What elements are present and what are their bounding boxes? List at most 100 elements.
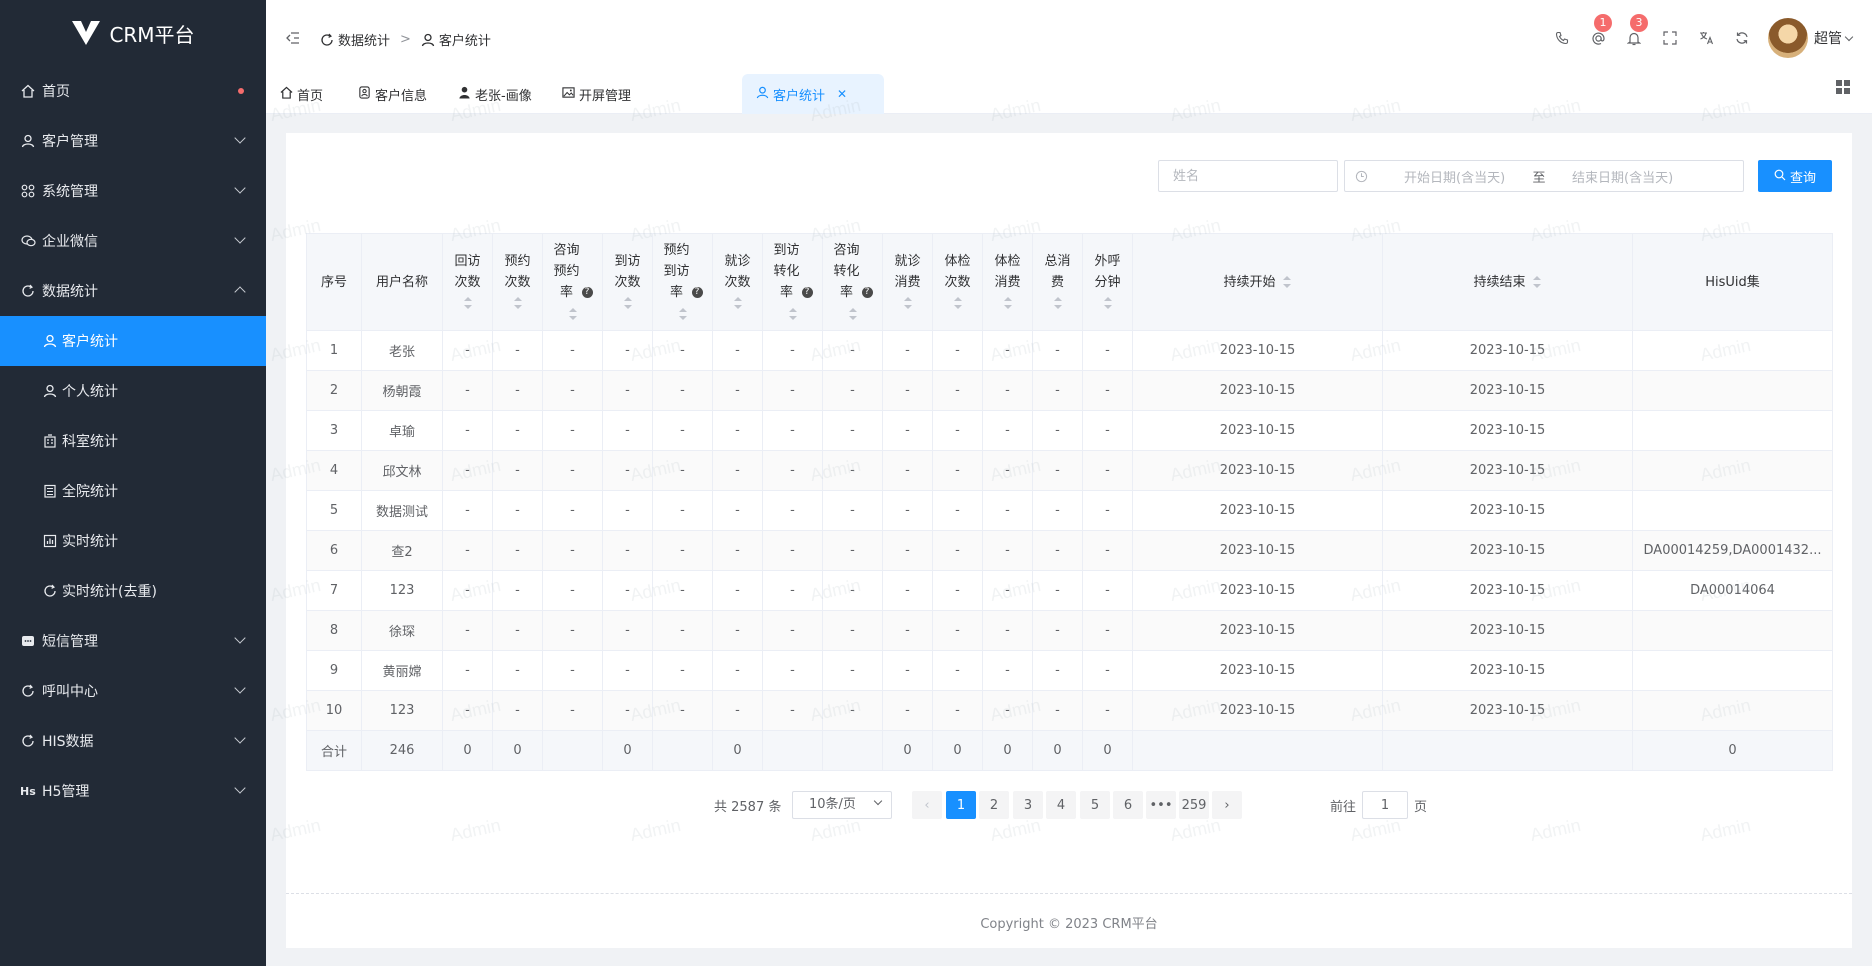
sort-icon[interactable]	[568, 307, 578, 321]
column-header[interactable]: 到访次数	[602, 233, 653, 331]
mention-icon[interactable]: 1	[1580, 14, 1616, 56]
sort-icon[interactable]	[903, 296, 913, 310]
page-button[interactable]: 1	[946, 791, 976, 819]
help-icon[interactable]: ?	[861, 287, 873, 298]
table-row[interactable]: 9 黄丽嫦 - - - - - - - - - - - - -2023-10-15 2023-10-15	[306, 650, 1833, 691]
sidebar-subitem-realtime-stats[interactable]: 实时统计	[0, 516, 266, 566]
sort-icon[interactable]	[1532, 275, 1542, 289]
help-icon[interactable]: ?	[691, 287, 703, 298]
breadcrumb-item[interactable]: 数据统计	[338, 30, 390, 49]
help-icon[interactable]: ?	[801, 287, 813, 298]
sidebar-item-wecom[interactable]: 企业微信	[0, 216, 266, 266]
column-header[interactable]: 总消费	[1032, 233, 1083, 331]
page-button[interactable]: 6	[1113, 791, 1143, 819]
end-date-input[interactable]: 结束日期(含当天)	[1554, 167, 1743, 186]
page-size-select[interactable]: 10条/页	[792, 791, 892, 819]
sort-icon[interactable]	[513, 296, 523, 310]
page-button[interactable]: 5	[1080, 791, 1110, 819]
sort-icon[interactable]	[1003, 296, 1013, 310]
sort-icon[interactable]	[678, 307, 688, 321]
column-header[interactable]: 预约到访率?	[652, 233, 713, 331]
table-row[interactable]: 5 数据测试 - - - - - - - - - - - - -2023-10-15 2023-10-15	[306, 490, 1833, 531]
column-header[interactable]: 体检消费	[982, 233, 1033, 331]
table-row[interactable]: 8 徐琛 - - - - - - - - - - - - -2023-10-15 2023-10-15	[306, 610, 1833, 651]
sidebar-item-call-center[interactable]: 呼叫中心	[0, 666, 266, 716]
column-header[interactable]: 到访转化率?	[762, 233, 823, 331]
bell-icon[interactable]: 3	[1616, 14, 1652, 56]
tab-splash-management[interactable]: 开屏管理	[548, 74, 645, 114]
sort-icon[interactable]	[623, 296, 633, 310]
translate-icon[interactable]	[1688, 20, 1724, 56]
help-icon[interactable]: ?	[581, 287, 593, 298]
page-button[interactable]: 3	[1013, 791, 1043, 819]
table-row[interactable]: 6 查2- - - - - - - - - - - - -2023-10-15 2023-10-15 DA00…	[306, 530, 1833, 571]
sidebar-subitem-personal-stats[interactable]: 个人统计	[0, 366, 266, 416]
tab-home[interactable]: 首页	[266, 74, 337, 114]
column-header[interactable]: 咨询转化率?	[822, 233, 883, 331]
goto-page-input[interactable]	[1362, 791, 1408, 819]
sidebar-subitem-realtime-dedup-stats[interactable]: 实时统计(去重)	[0, 566, 266, 616]
grid-menu-icon[interactable]	[1836, 80, 1850, 98]
sort-icon[interactable]	[1053, 296, 1063, 310]
sidebar-item-system-management[interactable]: 系统管理	[0, 166, 266, 216]
column-header[interactable]: 就诊次数	[712, 233, 763, 331]
column-header[interactable]: 持续结束	[1382, 233, 1633, 331]
table-row[interactable]: 1 老张 - - - - - - - - - - - - -2023-10-15 2023-10-15	[306, 330, 1833, 371]
sort-icon[interactable]	[848, 307, 858, 321]
sort-icon[interactable]	[733, 296, 743, 310]
sort-icon[interactable]	[1103, 296, 1113, 310]
tab-customer-portrait[interactable]: 老张-画像	[444, 74, 546, 114]
sidebar-subitem-hospital-stats[interactable]: 全院统计	[0, 466, 266, 516]
table-row[interactable]: 3 卓瑜 - - - - - - - - - - - - -2023-10-15 2023-10-15	[306, 410, 1833, 451]
close-icon[interactable]: ✕	[837, 87, 847, 101]
sort-icon[interactable]	[788, 307, 798, 321]
column-header[interactable]: 咨询预约率?	[542, 233, 603, 331]
next-page-button[interactable]: ›	[1212, 791, 1242, 819]
user-menu[interactable]: 超管	[1814, 28, 1854, 48]
table-cell: -	[542, 450, 603, 491]
fullscreen-icon[interactable]	[1652, 20, 1688, 56]
column-header[interactable]: 持续开始	[1132, 233, 1383, 331]
sidebar-subitem-department-stats[interactable]: 科室统计	[0, 416, 266, 466]
table-row[interactable]: 10 123- - - - - - - - - - - - -2023-10-15 2023-10-15	[306, 690, 1833, 731]
sidebar-item-data-statistics[interactable]: 数据统计	[0, 266, 266, 316]
sort-icon[interactable]	[463, 296, 473, 310]
table-cell: -	[602, 370, 653, 411]
collapse-menu-icon[interactable]	[286, 32, 300, 48]
start-date-input[interactable]: 开始日期(含当天)	[1384, 167, 1524, 186]
table-row[interactable]: 2 杨朝霞 - - - - - - - - - - - - -2023-10-15 2023-10-15	[306, 370, 1833, 411]
column-header[interactable]: 预约次数	[492, 233, 543, 331]
sidebar-item-customer-management[interactable]: 客户管理	[0, 116, 266, 166]
page-button[interactable]: 259	[1179, 791, 1209, 819]
table-cell: -	[982, 690, 1033, 731]
sort-icon[interactable]	[1282, 275, 1292, 289]
sort-icon[interactable]	[953, 296, 963, 310]
sidebar-item-h5-management[interactable]: Hs H5管理	[0, 766, 266, 816]
sidebar-item-his-data[interactable]: HIS数据	[0, 716, 266, 766]
tab-customer-stats[interactable]: 客户统计 ✕	[742, 74, 884, 114]
phone-icon[interactable]	[1544, 20, 1580, 56]
name-search-input[interactable]	[1158, 160, 1338, 192]
page-button[interactable]: 4	[1046, 791, 1076, 819]
sidebar-item-home[interactable]: 首页	[0, 66, 266, 116]
prev-page-button[interactable]: ‹	[912, 791, 942, 819]
table-cell: 2	[306, 370, 362, 411]
sidebar-subitem-customer-stats[interactable]: 客户统计	[0, 316, 266, 366]
column-header[interactable]: 体检次数	[932, 233, 983, 331]
user-icon	[42, 383, 58, 399]
table-row[interactable]: 7 123- - - - - - - - - - - - -2023-10-15 2023-10-15 DA0…	[306, 570, 1833, 611]
page-button[interactable]: 2	[979, 791, 1009, 819]
tab-customer-info[interactable]: 客户信息	[344, 74, 441, 114]
column-header[interactable]: 回访次数	[442, 233, 493, 331]
sidebar-item-sms-management[interactable]: 短信管理	[0, 616, 266, 666]
column-header[interactable]: 外呼分钟	[1082, 233, 1133, 331]
query-button[interactable]: 查询	[1758, 160, 1832, 192]
table-row[interactable]: 4 邱文林 - - - - - - - - - - - - -2023-10-15 2023-10-15	[306, 450, 1833, 491]
table-cell: 2023-10-15	[1132, 690, 1383, 731]
date-range-picker[interactable]: 开始日期(含当天) 至 结束日期(含当天)	[1344, 160, 1744, 192]
refresh-icon[interactable]	[1724, 20, 1760, 56]
column-header[interactable]: 就诊消费	[882, 233, 933, 331]
more-pages-button[interactable]: •••	[1146, 791, 1176, 819]
app-logo[interactable]: CRM平台	[0, 0, 266, 66]
avatar[interactable]	[1768, 18, 1808, 58]
